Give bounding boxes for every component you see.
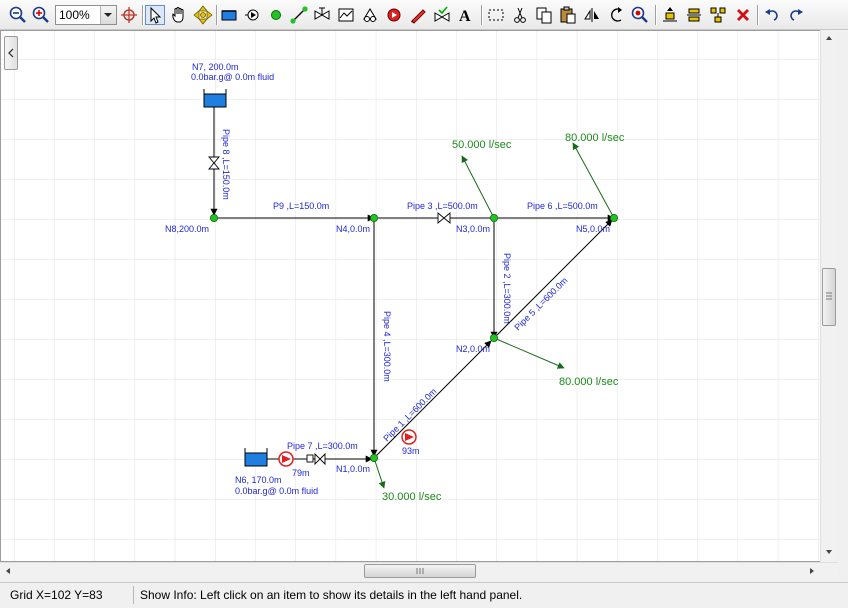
svg-text:A: A [459,8,471,25]
label-pipe7: Pipe 7 ,L=300.0m [287,441,358,451]
pump-79[interactable] [278,451,294,467]
label-n7: N7, 200.0m [192,62,239,72]
align-middle-icon[interactable] [684,5,704,25]
label-n4: N4,0.0m [336,224,370,234]
text-icon[interactable]: A [456,5,476,25]
pump-red-icon[interactable] [384,5,404,25]
node-n2[interactable] [489,333,498,342]
vertical-scroll-thumb[interactable] [822,268,836,326]
marquee-icon[interactable] [486,5,506,25]
node-n3[interactable] [489,213,498,222]
label-n5: N5,0.0m [576,224,610,234]
scroll-left-icon[interactable] [0,563,16,579]
label-n7-sub: 0.0bar.g@ 0.0m fluid [191,72,274,82]
rotate-icon[interactable] [606,5,626,25]
align-top-icon[interactable] [660,5,680,25]
component-icon[interactable] [360,5,380,25]
toolbar: 100% A [0,0,848,30]
pan-hand-icon[interactable] [169,5,189,25]
horizontal-scrollbar[interactable] [0,562,838,579]
pump-93[interactable] [401,429,417,445]
node-n4[interactable] [369,213,378,222]
cut-icon[interactable] [510,5,530,25]
network-diagram: N7, 200.0m 0.0bar.g@ 0.0m fluid Pipe 8 ,… [1,31,835,561]
label-n6: N6, 170.0m [235,475,282,485]
undo-icon[interactable] [762,5,782,25]
label-pipe4: Pipe 4 ,L=300.0m [382,311,392,382]
zoom-out-icon[interactable] [8,5,28,25]
label-n3: N3,0.0m [456,224,490,234]
label-p9: P9 ,L=150.0m [273,201,329,211]
horizontal-scroll-thumb[interactable] [364,564,476,578]
label-n6-sub: 0.0bar.g@ 0.0m fluid [235,486,318,496]
diagram-canvas[interactable]: N7, 200.0m 0.0bar.g@ 0.0m fluid Pipe 8 ,… [0,30,836,562]
move-arrows-icon[interactable] [193,5,213,25]
scroll-up-icon[interactable] [821,30,837,46]
label-pipe3: Pipe 3 ,L=500.0m [407,201,478,211]
label-n2: N2,0.0m [456,344,490,354]
scroll-right-icon[interactable] [804,563,820,579]
pump-icon[interactable] [243,5,263,25]
zoom-value: 100% [59,8,90,22]
tank-icon[interactable] [219,5,239,25]
select-pointer-icon[interactable] [145,5,165,25]
grid-coordinates: Grid X=102 Y=83 [10,588,103,602]
label-pump-93: 93m [402,446,420,456]
label-pipe2: Pipe 2 ,L=300.0m [502,253,512,324]
valve-icon[interactable] [312,5,332,25]
flip-icon[interactable] [582,5,602,25]
zoom-target-icon[interactable] [119,5,139,25]
label-pump-79: 79m [292,468,310,478]
node-n5[interactable] [610,213,619,222]
node-icon[interactable] [266,5,286,25]
label-n1: N1,0.0m [336,464,370,474]
scroll-down-icon[interactable] [821,544,837,560]
copy-icon[interactable] [534,5,554,25]
redo-icon[interactable] [786,5,806,25]
pencil-icon[interactable] [408,5,428,25]
label-n8: N8,200.0m [165,224,209,234]
chart-icon[interactable] [336,5,356,25]
zoom-in-icon[interactable] [31,5,51,25]
flow-label-n1: 30.000 l/sec [382,491,442,503]
paste-icon[interactable] [558,5,578,25]
label-pipe6: Pipe 6 ,L=500.0m [527,201,598,211]
pipe-icon[interactable] [289,5,309,25]
status-info: Show Info: Left click on an item to show… [140,588,523,602]
vertical-scrollbar[interactable] [820,30,837,562]
check-valve-icon[interactable] [432,5,452,25]
zoom-fit-icon[interactable] [630,5,650,25]
flow-label-n2: 80.000 l/sec [559,376,619,388]
grid-background [1,31,835,561]
node-n8[interactable] [209,213,218,222]
collapse-panel-button[interactable] [4,36,18,70]
flow-label-n5: 80.000 l/sec [565,132,625,144]
flow-label-n3: 50.000 l/sec [452,139,512,151]
status-bar: Grid X=102 Y=83 Show Info: Left click on… [0,582,848,608]
zoom-select[interactable]: 100% [55,5,117,25]
chevron-down-icon[interactable] [100,6,116,24]
delete-icon[interactable] [733,5,753,25]
label-pipe8: Pipe 8 ,L=150.0m [221,129,231,200]
distribute-icon[interactable] [708,5,728,25]
node-n1[interactable] [369,453,378,462]
